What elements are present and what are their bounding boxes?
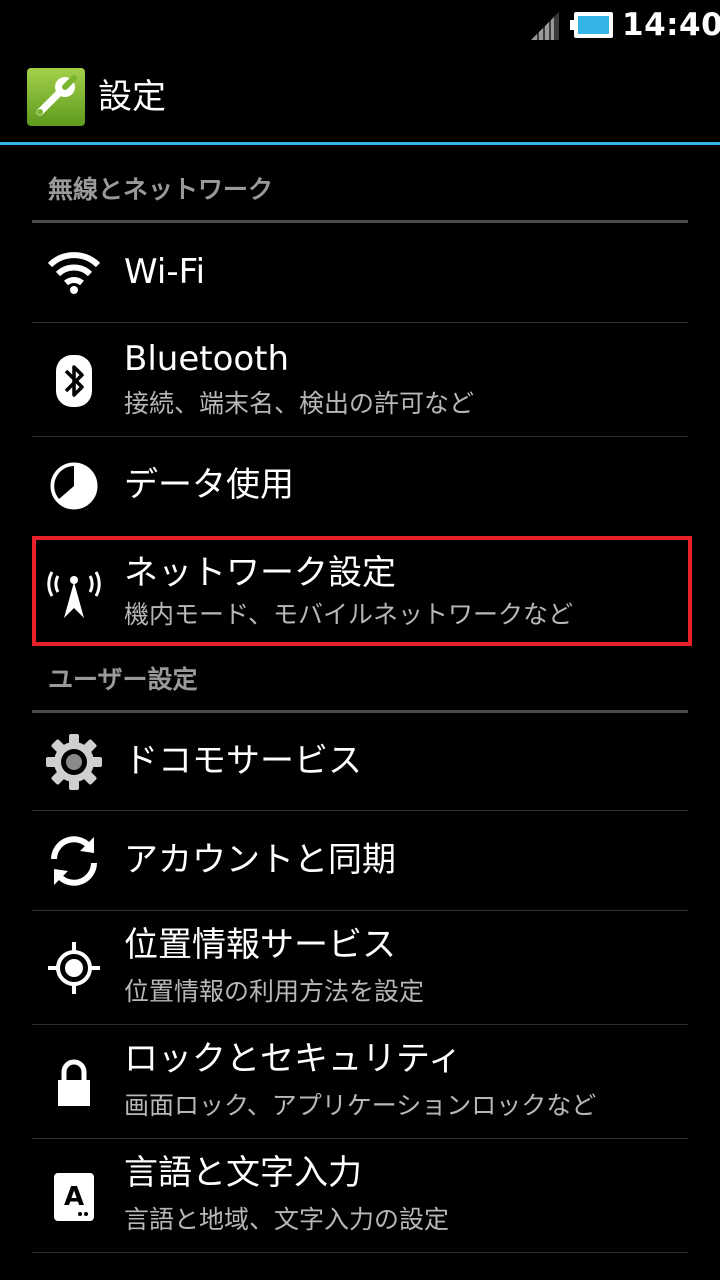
sync-icon bbox=[51, 836, 97, 886]
list-item-bluetooth[interactable]: Bluetooth 接続、端末名、検出の許可など bbox=[32, 323, 688, 437]
bluetooth-icon bbox=[56, 355, 92, 407]
list-item-language-input[interactable]: A 言語と文字入力 言語と地域、文字入力の設定 bbox=[32, 1139, 688, 1253]
list-item-accounts-sync[interactable]: アカウントと同期 bbox=[32, 811, 688, 911]
item-title: ドコモサービス bbox=[124, 741, 362, 781]
wifi-icon bbox=[47, 252, 101, 294]
item-title: ロックとセキュリティ bbox=[124, 1039, 462, 1079]
wrench-icon[interactable] bbox=[26, 67, 86, 127]
lock-icon bbox=[58, 1059, 90, 1106]
list-item-data-usage[interactable]: データ使用 bbox=[32, 437, 688, 535]
section-header-wireless: 無線とネットワーク bbox=[48, 175, 274, 204]
gear-icon bbox=[46, 734, 102, 790]
list-item-location[interactable]: 位置情報サービス 位置情報の利用方法を設定 bbox=[32, 911, 688, 1025]
item-summary: 画面ロック、アプリケーションロックなど bbox=[124, 1091, 597, 1120]
item-title: 言語と文字入力 bbox=[124, 1153, 362, 1193]
page-title: 設定 bbox=[98, 77, 166, 117]
list-item-lock-security[interactable]: ロックとセキュリティ 画面ロック、アプリケーションロックなど bbox=[32, 1025, 688, 1139]
item-summary: 位置情報の利用方法を設定 bbox=[124, 977, 425, 1006]
signal-icon bbox=[531, 12, 559, 40]
item-title: アカウントと同期 bbox=[124, 840, 396, 880]
svg-text:A: A bbox=[64, 1182, 84, 1212]
section-header-user: ユーザー設定 bbox=[48, 665, 198, 694]
action-bar-divider bbox=[0, 142, 720, 145]
data-usage-icon bbox=[50, 462, 98, 510]
list-item-wifi[interactable]: Wi-Fi bbox=[32, 223, 688, 323]
status-time: 14:40 bbox=[622, 7, 720, 43]
item-title: 位置情報サービス bbox=[124, 925, 396, 965]
battery-icon bbox=[570, 12, 613, 38]
item-title: データ使用 bbox=[124, 465, 294, 505]
divider bbox=[32, 1252, 688, 1253]
language-icon: A bbox=[54, 1173, 94, 1221]
location-icon bbox=[48, 942, 100, 994]
status-bar: 14:40 bbox=[0, 0, 720, 50]
action-bar: 設定 bbox=[0, 50, 720, 144]
list-item-docomo-service[interactable]: ドコモサービス bbox=[32, 713, 688, 811]
item-summary: 言語と地域、文字入力の設定 bbox=[124, 1205, 450, 1234]
highlight-box bbox=[32, 536, 692, 646]
item-title: Wi-Fi bbox=[124, 252, 206, 292]
item-title: Bluetooth bbox=[124, 339, 290, 379]
item-summary: 接続、端末名、検出の許可など bbox=[124, 389, 475, 418]
